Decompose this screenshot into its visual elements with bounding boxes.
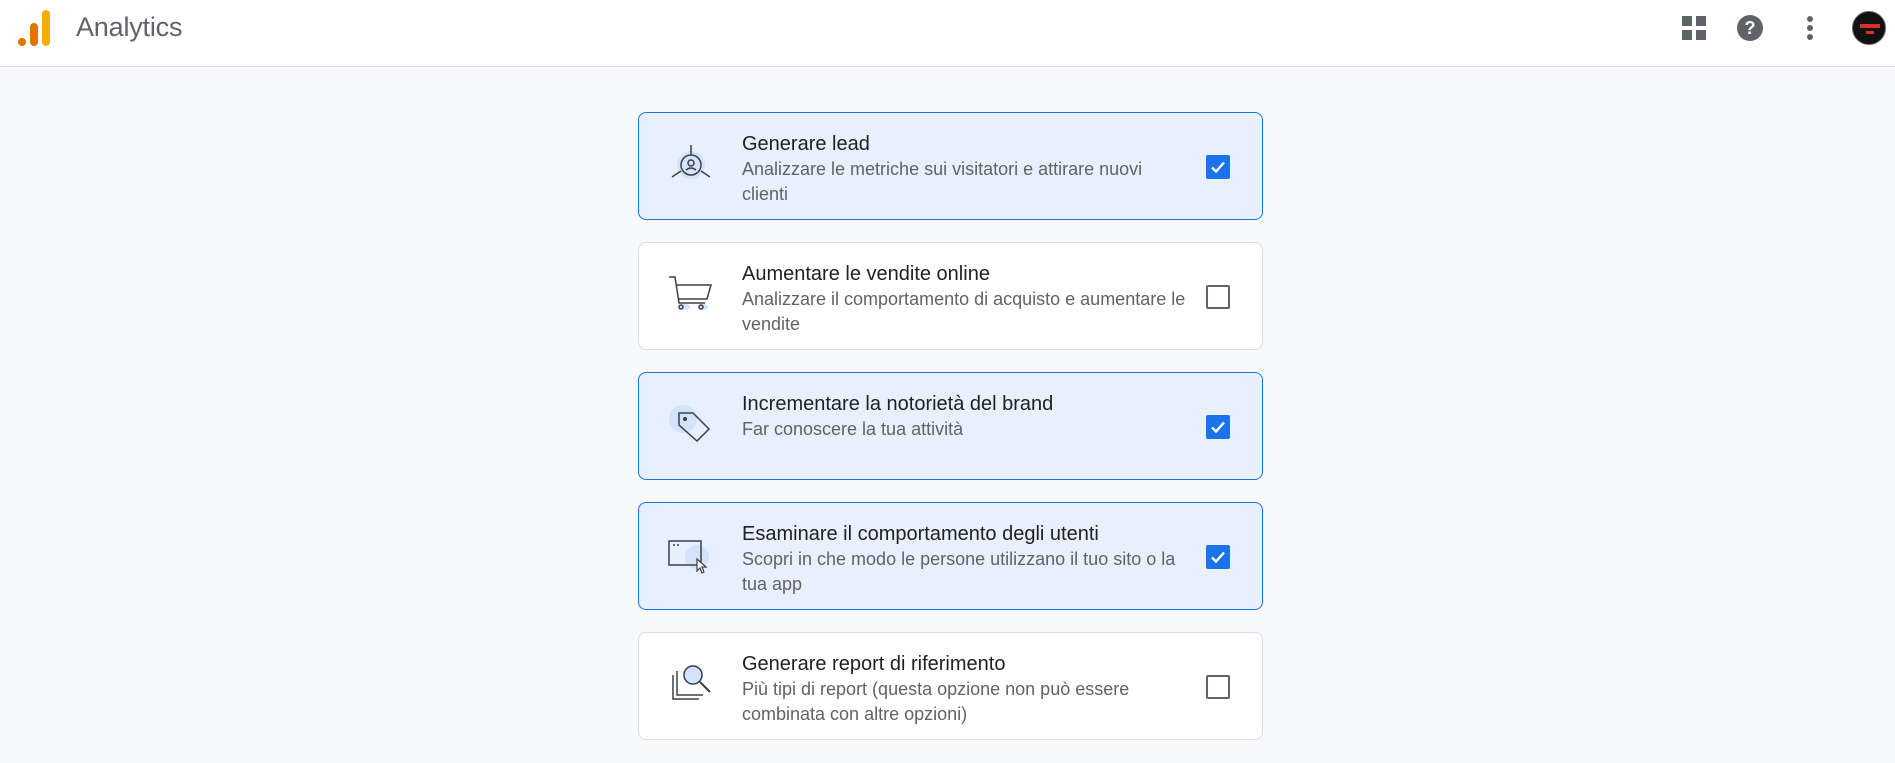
- objective-title: Generare report di riferimento: [742, 653, 1006, 675]
- objective-card-baseline-reports[interactable]: Generare report di riferimento Più tipi …: [638, 632, 1263, 740]
- more-vert-icon[interactable]: [1794, 12, 1826, 44]
- analytics-logo-icon[interactable]: [17, 8, 55, 48]
- check-icon: [1211, 551, 1225, 564]
- objective-title: Esaminare il comportamento degli utenti: [742, 523, 1099, 545]
- objective-checkbox[interactable]: [1206, 545, 1230, 569]
- price-tag-icon: [669, 405, 711, 443]
- report-magnifier-icon: [672, 665, 711, 700]
- objective-title: Generare lead: [742, 133, 870, 155]
- objective-description: Far conoscere la tua attività: [742, 419, 964, 439]
- objective-card-lead[interactable]: Generare lead Analizzare le metriche sui…: [638, 112, 1263, 220]
- objective-card-brand-awareness[interactable]: Incrementare la notorietà del brand Far …: [638, 372, 1263, 480]
- objective-description: Analizzare il comportamento di acquisto …: [742, 289, 1186, 334]
- objective-title: Incrementare la notorietà del brand: [742, 393, 1054, 415]
- shopping-cart-icon: [669, 276, 712, 310]
- check-icon: [1211, 161, 1225, 174]
- browser-cursor-icon: [668, 540, 709, 574]
- help-icon[interactable]: ?: [1734, 12, 1766, 44]
- svg-text:?: ?: [1745, 18, 1756, 38]
- objective-checkbox[interactable]: [1206, 675, 1230, 699]
- objective-checkbox[interactable]: [1206, 415, 1230, 439]
- objective-checkbox[interactable]: [1206, 155, 1230, 179]
- objective-description: Analizzare le metriche sui visitatori e …: [742, 159, 1143, 204]
- apps-grid-icon[interactable]: [1678, 12, 1710, 44]
- top-app-bar: Analytics ?: [0, 0, 1895, 67]
- objective-card-user-behavior[interactable]: Esaminare il comportamento degli utenti …: [638, 502, 1263, 610]
- objective-description: Più tipi di report (questa opzione non p…: [742, 679, 1130, 724]
- avatar[interactable]: [1852, 11, 1886, 45]
- objective-description: Scopri in che modo le persone utilizzano…: [742, 549, 1176, 594]
- app-title[interactable]: Analytics: [76, 12, 182, 43]
- objective-checkbox[interactable]: [1206, 285, 1230, 309]
- lead-target-icon: [671, 145, 711, 179]
- objective-card-online-sales[interactable]: Aumentare le vendite online Analizzare i…: [638, 242, 1263, 350]
- objective-title: Aumentare le vendite online: [742, 263, 990, 285]
- check-icon: [1211, 421, 1225, 434]
- scrolled-subtitle-fragment: [760, 50, 765, 59]
- avatar-icon: [1860, 24, 1880, 34]
